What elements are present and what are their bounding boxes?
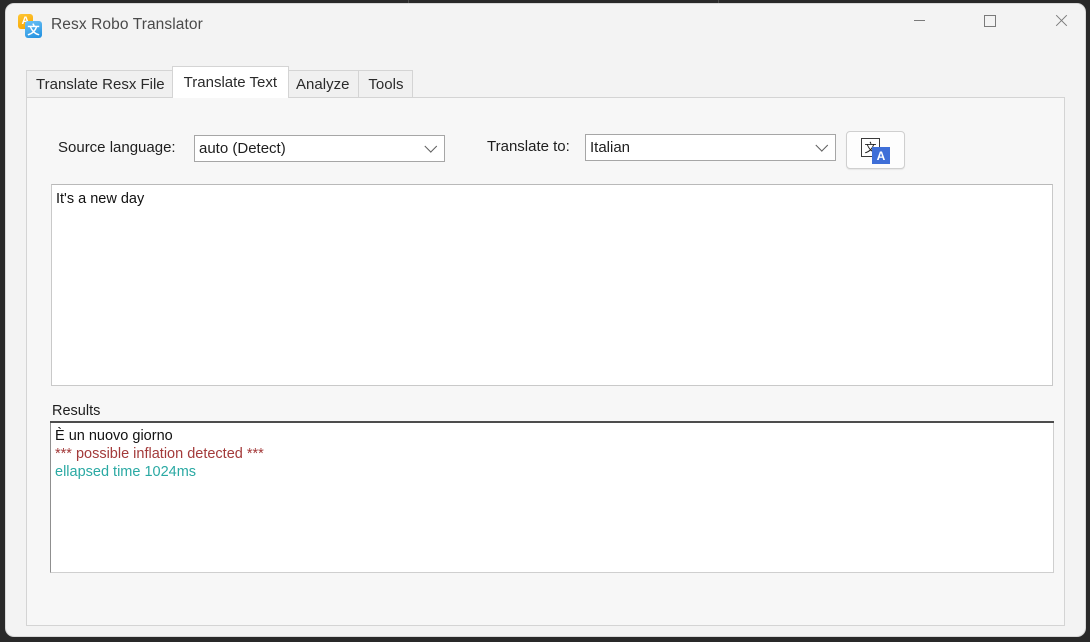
result-line-elapsed-time: ellapsed time 1024ms <box>55 464 197 480</box>
results-group-label: Results <box>52 403 101 419</box>
target-language-value: Italian <box>590 139 631 156</box>
tab-translate-resx-file[interactable]: Translate Resx File <box>26 70 175 98</box>
translate-icon-latin-glyph: A <box>872 147 890 164</box>
minimize-button[interactable] <box>896 4 942 37</box>
close-button[interactable] <box>1038 4 1084 37</box>
tab-translate-text[interactable]: Translate Text <box>171 66 290 98</box>
source-text-input[interactable]: It's a new day <box>51 184 1053 386</box>
results-output[interactable]: È un nuovo giorno *** possible inflation… <box>50 423 1054 573</box>
source-language-label: Source language: <box>58 139 176 156</box>
chevron-down-icon[interactable] <box>809 139 835 152</box>
source-language-select[interactable]: auto (Detect) <box>194 135 445 162</box>
target-language-label: Translate to: <box>487 138 570 155</box>
result-line-warning: *** possible inflation detected *** <box>55 446 264 462</box>
title-bar[interactable]: A 文 Resx Robo Translator <box>6 4 1085 48</box>
maximize-icon <box>984 14 996 27</box>
app-icon-cjk-glyph: 文 <box>25 21 42 38</box>
target-language-select[interactable]: Italian <box>585 134 836 161</box>
minimize-icon <box>913 20 925 21</box>
maximize-button[interactable] <box>967 4 1013 37</box>
translate-app-icon: A 文 <box>18 14 42 38</box>
tab-analyze[interactable]: Analyze <box>286 70 360 98</box>
translate-button[interactable]: 文 A <box>846 131 905 169</box>
chevron-down-icon[interactable] <box>418 140 444 153</box>
tab-tools[interactable]: Tools <box>358 70 414 98</box>
app-window: A 文 Resx Robo Translator Translate Resx … <box>6 4 1085 636</box>
window-title: Resx Robo Translator <box>51 16 203 33</box>
translate-icon: 文 A <box>861 138 891 164</box>
result-line-translation: È un nuovo giorno <box>55 428 173 444</box>
close-icon <box>1055 14 1068 27</box>
tab-strip: Translate Resx File Translate Text Analy… <box>26 66 414 98</box>
source-language-value: auto (Detect) <box>199 140 286 157</box>
